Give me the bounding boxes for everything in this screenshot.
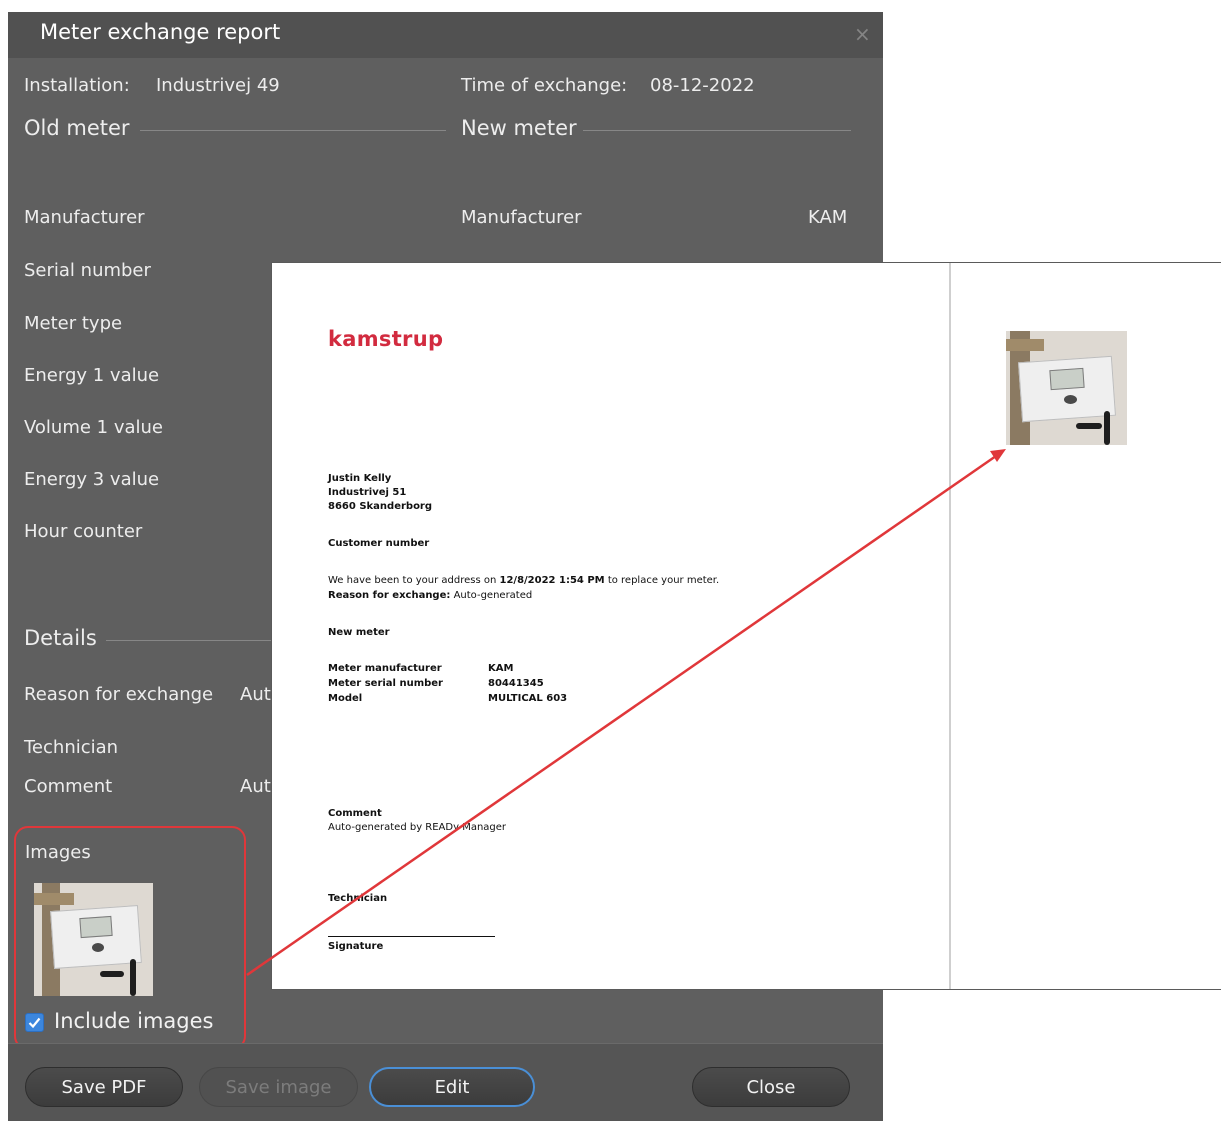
arrow-line	[246, 454, 997, 977]
annotation-arrow	[246, 449, 1006, 977]
arrow-head-icon	[990, 449, 1006, 462]
